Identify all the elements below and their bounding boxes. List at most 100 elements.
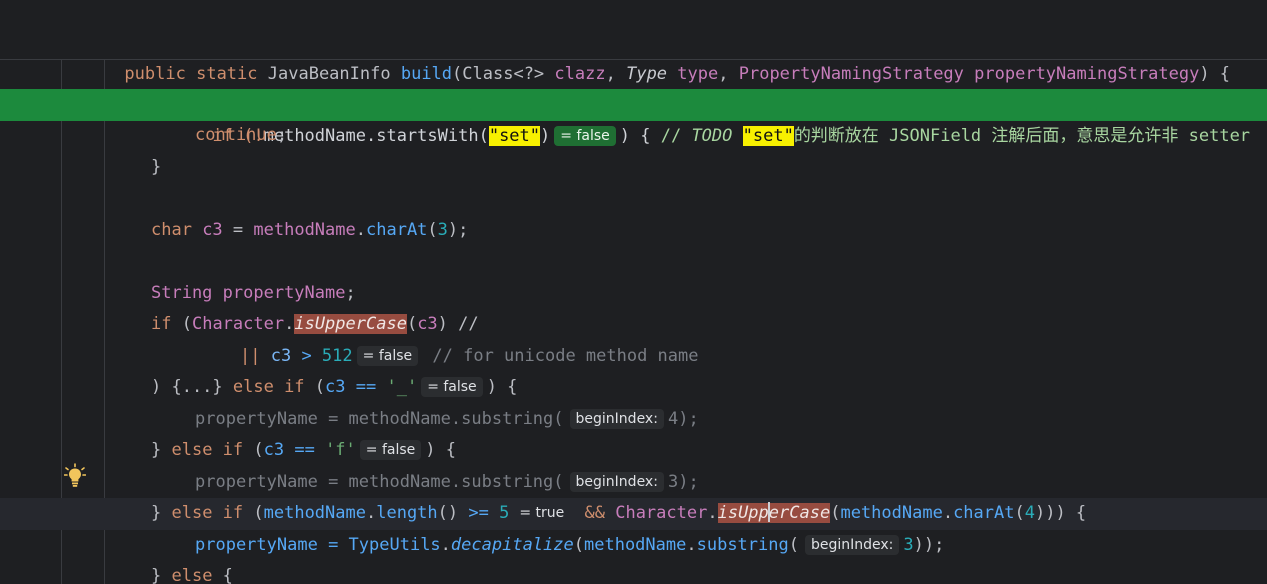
code-token: erCase	[768, 503, 831, 523]
current-caret-line[interactable]: } else if (methodName.length() >= 5 = tru…	[0, 498, 1267, 530]
code-line[interactable]: ) {...} else if (c3 == '_' = false) {	[0, 372, 1267, 404]
code-token: .	[440, 535, 451, 555]
code-line[interactable]: } else if (c3 == 'f' = false) {	[0, 435, 1267, 467]
number: 5	[499, 503, 510, 523]
code-token: ));	[913, 535, 945, 555]
code-token: =	[317, 409, 349, 429]
brace: }	[151, 566, 172, 584]
code-line[interactable]: }	[0, 152, 1267, 184]
code-token: );	[678, 409, 699, 429]
number: 512	[321, 346, 353, 366]
sticky-line-method[interactable]: public static JavaBeanInfo build(Class<?…	[0, 28, 1267, 84]
class-name: Character	[191, 314, 285, 334]
variable: c3	[191, 220, 223, 240]
code-token: (	[553, 409, 564, 429]
code-token: ))) {	[1034, 503, 1087, 523]
brace: ) {	[1199, 64, 1231, 84]
variable: propertyName	[195, 472, 318, 492]
code-line[interactable]: char c3 = methodName.charAt(3);	[0, 215, 1267, 247]
code-line[interactable]: propertyName = methodName.substring(begi…	[0, 467, 1267, 499]
code-token: (	[243, 440, 264, 460]
variable: propertyName	[212, 283, 346, 303]
usage-highlight: isUpperCase	[294, 314, 407, 334]
sticky-separator	[0, 59, 1267, 60]
parameter-hint: beginIndex:	[569, 409, 664, 429]
code-editor[interactable]: public class JavaBeanInfo { public stati…	[0, 0, 1267, 584]
keyword: else if	[232, 377, 305, 397]
variable: propertyName	[195, 409, 318, 429]
method-call: charAt	[366, 220, 428, 240]
operator: ||	[240, 346, 261, 366]
debug-value-hint[interactable]: = false	[421, 377, 483, 397]
code-token: (	[243, 503, 264, 523]
parameter-hint: beginIndex:	[804, 535, 900, 555]
variable: c3	[263, 440, 285, 460]
number: 3	[667, 472, 679, 492]
code-token: );	[447, 220, 469, 240]
variable: methodName	[584, 535, 687, 555]
code-token: (	[573, 535, 584, 555]
method-call: substring	[696, 535, 789, 555]
code-line[interactable]: propertyName = methodName.substring(begi…	[0, 404, 1267, 436]
operator: ==	[284, 440, 326, 460]
code-token: .	[365, 503, 377, 523]
code-token: =	[222, 220, 254, 240]
debug-value-hint[interactable]: = false	[356, 346, 419, 366]
code-token: .	[450, 472, 462, 492]
code-line[interactable]: continue;	[0, 120, 1267, 152]
code-line[interactable]: || c3 > 512 = false // for unicode method…	[0, 341, 1267, 373]
parameter-hint: beginIndex:	[569, 472, 664, 492]
number: 4	[1024, 503, 1035, 523]
keyword: else if	[171, 503, 244, 523]
variable: methodName	[840, 503, 943, 523]
code-token: .	[450, 409, 462, 429]
code-line[interactable]: } else {	[0, 561, 1267, 584]
variable: propertyName	[195, 535, 318, 555]
keyword: continue	[195, 125, 277, 145]
sticky-line-class[interactable]: public class JavaBeanInfo {	[0, 0, 1267, 53]
code-token: (	[427, 220, 438, 240]
number: 4	[667, 409, 679, 429]
code-line[interactable]: if (Character.isUpperCase(c3) //	[0, 309, 1267, 341]
number: 3	[437, 220, 448, 240]
char-literal: 'f'	[325, 440, 356, 460]
code-token: ) {	[425, 440, 456, 460]
operator: &&	[574, 503, 616, 523]
keyword: char	[151, 220, 192, 240]
variable: c3	[417, 314, 438, 334]
debug-value-hint[interactable]: = true	[513, 503, 570, 523]
comment: // for unicode method name	[432, 346, 699, 366]
code-token: ()	[437, 503, 459, 523]
code-token: ;	[345, 283, 356, 303]
code-token: );	[678, 472, 699, 492]
keyword: public	[124, 64, 186, 84]
param-name: type	[677, 64, 719, 84]
return-type: JavaBeanInfo	[267, 64, 391, 84]
method-name: build	[400, 64, 453, 84]
code-token: .	[942, 503, 954, 523]
method-call: length	[376, 503, 438, 523]
code-token: .	[707, 503, 718, 523]
method-call: substring	[461, 409, 554, 429]
variable: methodName	[348, 472, 451, 492]
code-line[interactable]: propertyName = TypeUtils.decapitalize(me…	[0, 530, 1267, 562]
code-token: (	[1014, 503, 1025, 523]
operator: ==	[345, 377, 387, 397]
brace: }	[151, 157, 162, 177]
keyword: if	[151, 314, 172, 334]
folded-block[interactable]: ) {...}	[151, 377, 233, 397]
brace: {	[212, 566, 233, 584]
lightbulb-icon[interactable]	[64, 463, 86, 489]
variable: c3	[325, 377, 346, 397]
variable: methodName	[263, 503, 366, 523]
operator: >=	[458, 503, 500, 523]
debug-value-hint[interactable]: = false	[359, 440, 422, 460]
param-name: clazz	[554, 64, 606, 84]
code-token: (	[553, 472, 564, 492]
code-line[interactable]: String propertyName;	[0, 278, 1267, 310]
class-name: TypeUtils	[348, 535, 441, 555]
operator: >	[291, 346, 322, 366]
keyword: static	[196, 64, 258, 84]
execution-point-line[interactable]: if (!methodName.startsWith("set") = false…	[0, 89, 1267, 146]
code-token: =	[317, 472, 349, 492]
